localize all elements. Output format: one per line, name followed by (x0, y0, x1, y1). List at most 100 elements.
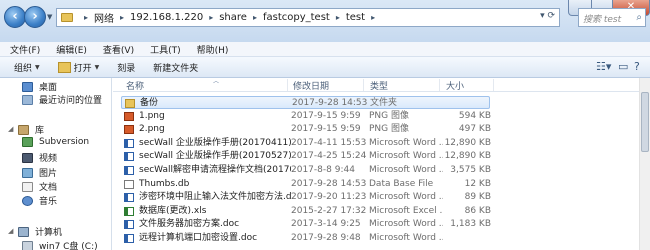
word-doc-icon (124, 220, 134, 230)
chevron-right-icon[interactable]: ▸ (84, 13, 88, 22)
file-row[interactable]: 2.png 2017-9-15 9:59 PNG 图像 497 KB (121, 123, 491, 136)
expand-arrow-icon[interactable]: ◢ (8, 227, 13, 235)
word-doc-icon (124, 166, 134, 175)
chevron-right-icon[interactable]: ▸ (253, 13, 257, 22)
nav-label: 库 (35, 126, 45, 136)
search-icon[interactable]: ⌕ (636, 12, 642, 23)
picture-icon (22, 167, 33, 178)
organize-button[interactable]: 组织 ▼ (14, 61, 40, 74)
breadcrumb-fastcopy[interactable]: fastcopy_test (263, 12, 330, 23)
burn-button[interactable]: 刻录 (117, 61, 135, 74)
file-type: Microsoft Excel ... (369, 205, 443, 216)
open-button[interactable]: 打开 ▼ (57, 61, 100, 74)
nav-item-desktop[interactable]: 桌面 (22, 80, 57, 93)
new-folder-button[interactable]: 新建文件夹 (153, 61, 198, 74)
file-row[interactable]: secWall解密申请流程操作文档(2017012...2017-8-8 9:4… (121, 164, 491, 177)
chevron-down-icon: ▼ (94, 63, 100, 71)
file-row[interactable]: Thumbs.db 2017-9-28 14:53 Data Base File 12… (121, 178, 491, 191)
file-row[interactable]: 数据库(更改).xls 2015-2-27 17:32 Microsoft Exce… (121, 205, 491, 218)
breadcrumb-host[interactable]: 192.168.1.220 (130, 12, 203, 23)
file-date: 2017-9-15 9:59 (291, 110, 361, 121)
file-date: 2015-2-27 17:32 (291, 205, 367, 216)
nav-item-library[interactable]: 库 (18, 123, 44, 136)
view-options-icon[interactable]: ☷▾ (596, 60, 611, 73)
file-size: 12 KB (464, 178, 491, 189)
nav-label: 音乐 (39, 197, 58, 207)
column-header-date[interactable]: 修改日期 (293, 79, 329, 92)
file-row[interactable]: 远程计算机端口加密设置.doc 2017-9-28 9:48 Microsoft W… (121, 232, 491, 245)
subversion-icon (22, 137, 33, 147)
expand-arrow-icon[interactable]: ◢ (8, 125, 13, 133)
menu-edit[interactable]: 编辑(E) (56, 43, 87, 56)
menu-view[interactable]: 查看(V) (103, 43, 134, 56)
nav-label: 桌面 (39, 83, 58, 93)
search-placeholder: 搜索 test (583, 15, 622, 25)
nav-item-documents[interactable]: 文档 (22, 180, 57, 193)
chevron-right-icon[interactable]: ▸ (371, 13, 375, 22)
column-header-name[interactable]: 名称 (126, 79, 144, 92)
file-type: Data Base File (369, 178, 434, 189)
desktop-icon (22, 81, 33, 92)
breadcrumb-network[interactable]: 网络 (94, 10, 114, 25)
folder-icon (61, 13, 73, 22)
nav-item-recent-places[interactable]: 最近访问的位置 (22, 93, 102, 106)
column-divider[interactable] (363, 79, 364, 91)
help-icon[interactable]: ? (634, 60, 640, 73)
recent-pages-dropdown-icon[interactable]: ▼ (47, 13, 52, 21)
menu-bar: 文件(F) 编辑(E) 查看(V) 工具(T) 帮助(H) (0, 42, 650, 57)
menu-help[interactable]: 帮助(H) (197, 43, 229, 56)
file-type: 文件夹 (370, 98, 398, 108)
column-header-size[interactable]: 大小 (446, 79, 464, 92)
file-row[interactable]: 1.png 2017-9-15 9:59 PNG 图像 594 KB (121, 110, 491, 123)
scrollbar-thumb[interactable] (641, 92, 649, 152)
file-row[interactable]: 文件服务器加密方案.doc 2017-3-14 9:25 Microsoft Wor… (121, 218, 491, 231)
vertical-scrollbar[interactable] (639, 78, 650, 250)
breadcrumb-share[interactable]: share (219, 12, 247, 23)
column-divider[interactable] (287, 79, 288, 91)
file-name: 文件服务器加密方案.doc (139, 219, 240, 230)
chevron-right-icon[interactable]: ▸ (336, 13, 340, 22)
column-header-type[interactable]: 类型 (370, 79, 388, 92)
refresh-icon[interactable]: ▾ ⟳ (540, 11, 555, 21)
file-row[interactable]: 涉密环境中阻止输入法文件加密方法.docx 2017-9-20 11:23 Micr… (121, 191, 491, 204)
back-button[interactable]: ‹ (4, 6, 26, 28)
png-icon (124, 111, 134, 121)
library-icon (18, 124, 29, 135)
title-bar: ✕ ‹ › ▼ ▸ 网络 ▸ 192.168.1.220 ▸ share ▸ f… (0, 0, 650, 42)
organize-label: 组织 (14, 63, 33, 74)
nav-label: 图片 (39, 169, 58, 179)
menu-tools[interactable]: 工具(T) (150, 43, 181, 56)
menu-file[interactable]: 文件(F) (10, 43, 40, 56)
open-label: 打开 (73, 63, 92, 74)
word-doc-icon (124, 138, 134, 148)
forward-button[interactable]: › (24, 6, 46, 28)
file-row[interactable]: 备份 2017-9-28 14:53 文件夹 (121, 96, 490, 109)
file-row[interactable]: secWall 企业版操作手册(20170411).doc2017-4-11 1… (121, 137, 491, 150)
nav-item-computer[interactable]: 计算机 (18, 225, 62, 238)
file-size: 86 KB (464, 205, 491, 216)
file-row[interactable]: secWall 企业版操作手册(20170527).doc2017-4-25 1… (121, 150, 491, 163)
nav-label: 视频 (39, 154, 58, 164)
nav-item-videos[interactable]: 视频 (22, 151, 57, 164)
column-divider[interactable] (439, 79, 440, 91)
address-bar[interactable]: ▸ 网络 ▸ 192.168.1.220 ▸ share ▸ fastcopy_… (56, 8, 560, 27)
open-icon (57, 61, 71, 73)
file-date: 2017-9-20 11:23 (291, 192, 367, 203)
preview-pane-icon[interactable]: ▭ (618, 60, 628, 73)
column-divider[interactable] (493, 79, 494, 91)
nav-label: 最近访问的位置 (39, 96, 103, 106)
search-input[interactable]: 搜索 test ⌕ (578, 8, 646, 27)
file-name: secWall 企业版操作手册(20170411).doc (139, 137, 291, 148)
nav-item-music[interactable]: 音乐 (22, 194, 57, 207)
chevron-right-icon[interactable]: ▸ (120, 13, 124, 22)
navigation-pane: 桌面 最近访问的位置 ◢ 库 Subversion 视频 图片 文档 音乐 ◢ … (0, 78, 112, 250)
file-size: 89 KB (464, 192, 491, 203)
video-icon (22, 152, 33, 163)
breadcrumb-test[interactable]: test (346, 12, 365, 23)
chevron-right-icon[interactable]: ▸ (209, 13, 213, 22)
file-name: 1.png (139, 110, 165, 121)
nav-item-subversion[interactable]: Subversion (22, 137, 89, 147)
file-date: 2017-8-8 9:44 (291, 165, 355, 175)
nav-item-drive-c[interactable]: win7 C盘 (C:) (22, 239, 98, 250)
nav-item-pictures[interactable]: 图片 (22, 166, 57, 179)
